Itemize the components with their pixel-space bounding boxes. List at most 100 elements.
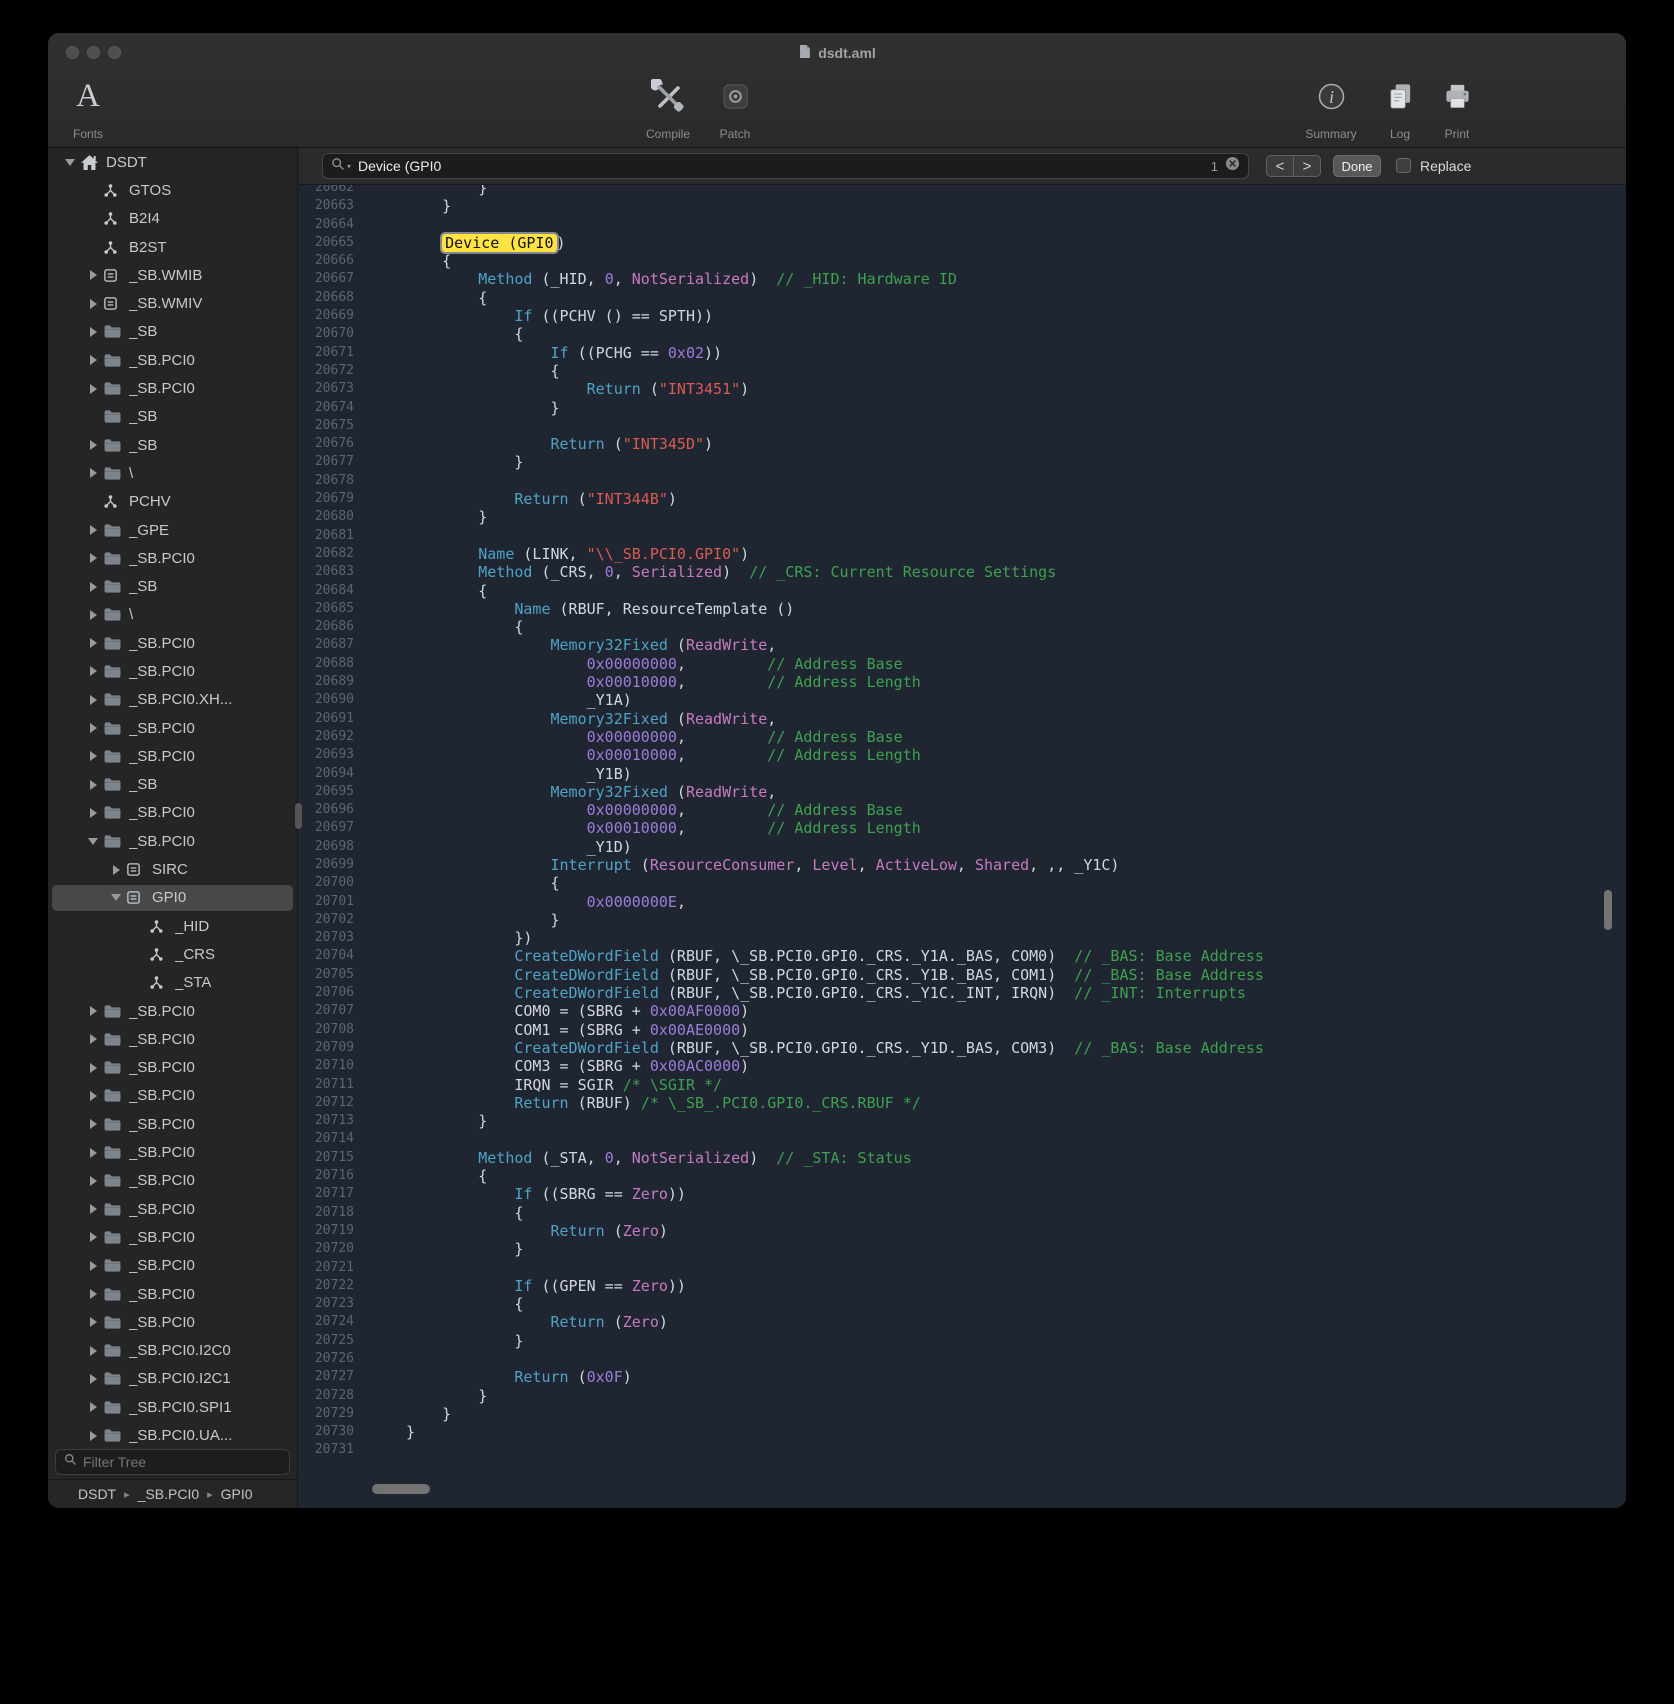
disclosure-triangle[interactable]: [90, 1204, 97, 1214]
disclosure-triangle[interactable]: [90, 1063, 97, 1073]
breadcrumb-item[interactable]: _SB.PCI0: [138, 1486, 199, 1502]
tree-item-sirc[interactable]: SIRC: [48, 855, 297, 883]
tree-item-sbpci0[interactable]: _SB.PCI0: [48, 1082, 297, 1110]
patch-button[interactable]: Patch: [700, 75, 770, 141]
tree-item-[interactable]: \: [48, 601, 297, 629]
tree-item-sbpci0xh[interactable]: _SB.PCI0.XH...: [48, 686, 297, 714]
disclosure-triangle[interactable]: [90, 638, 97, 648]
tree-item-sb[interactable]: _SB: [48, 572, 297, 600]
disclosure-triangle[interactable]: [90, 808, 97, 818]
disclosure-triangle[interactable]: [90, 780, 97, 790]
tree-item-sbpci0[interactable]: _SB.PCI0: [48, 1308, 297, 1336]
tree-item-sbpci0[interactable]: _SB.PCI0: [48, 799, 297, 827]
tree-item-gtos[interactable]: GTOS: [48, 176, 297, 204]
vertical-scrollbar-thumb[interactable]: [1604, 890, 1612, 930]
disclosure-triangle[interactable]: [90, 610, 97, 620]
tree-item-sta[interactable]: _STA: [48, 969, 297, 997]
tree-item-sbpci0[interactable]: _SB.PCI0: [48, 1195, 297, 1223]
disclosure-triangle[interactable]: [90, 723, 97, 733]
tree-item-hid[interactable]: _HID: [48, 912, 297, 940]
tree-item-sbpci0[interactable]: _SB.PCI0: [48, 1054, 297, 1082]
tree-item-b2i4[interactable]: B2I4: [48, 205, 297, 233]
fonts-button[interactable]: A Fonts: [53, 75, 123, 141]
tree-item-sbpci0ua[interactable]: _SB.PCI0.UA...: [48, 1421, 297, 1445]
breadcrumb-item[interactable]: GPI0: [221, 1486, 253, 1502]
tree-item-sbpci0i2c0[interactable]: _SB.PCI0.I2C0: [48, 1336, 297, 1364]
tree-item-sb[interactable]: _SB: [48, 318, 297, 346]
disclosure-triangle[interactable]: [90, 1091, 97, 1101]
filter-tree-input[interactable]: Filter Tree: [55, 1449, 290, 1475]
disclosure-triangle[interactable]: [90, 1317, 97, 1327]
disclosure-triangle[interactable]: [90, 1374, 97, 1384]
tree-item-sbpci0[interactable]: _SB.PCI0: [48, 346, 297, 374]
disclosure-triangle[interactable]: [90, 1119, 97, 1129]
disclosure-triangle[interactable]: [90, 1176, 97, 1186]
tree-item-sbpci0[interactable]: _SB.PCI0: [48, 374, 297, 402]
disclosure-triangle[interactable]: [90, 327, 97, 337]
summary-button[interactable]: i Summary: [1296, 75, 1366, 141]
disclosure-triangle[interactable]: [90, 1289, 97, 1299]
disclosure-triangle[interactable]: [90, 1431, 97, 1441]
tree-item-sbpci0spi1[interactable]: _SB.PCI0.SPI1: [48, 1393, 297, 1421]
disclosure-triangle[interactable]: [90, 695, 97, 705]
disclosure-triangle[interactable]: [90, 751, 97, 761]
print-button[interactable]: Print: [1422, 75, 1492, 141]
find-next-button[interactable]: >: [1293, 155, 1321, 177]
close-button[interactable]: [66, 46, 79, 59]
tree-item-sbpci0[interactable]: _SB.PCI0: [48, 1252, 297, 1280]
clear-search-icon[interactable]: [1225, 156, 1240, 176]
tree-item-sbpci0[interactable]: _SB.PCI0: [48, 1025, 297, 1053]
done-button[interactable]: Done: [1333, 155, 1381, 177]
tree-item-sbpci0[interactable]: _SB.PCI0: [48, 1280, 297, 1308]
tree-item-crs[interactable]: _CRS: [48, 940, 297, 968]
disclosure-triangle[interactable]: [90, 1148, 97, 1158]
tree-item-sbpci0[interactable]: _SB.PCI0: [48, 714, 297, 742]
tree-item-gpi0[interactable]: GPI0: [48, 884, 297, 912]
tree-item-sb[interactable]: _SB: [48, 431, 297, 459]
tree-item-sb[interactable]: _SB: [48, 771, 297, 799]
tree-item-sbpci0[interactable]: _SB.PCI0: [48, 742, 297, 770]
disclosure-triangle[interactable]: [90, 666, 97, 676]
tree-item-gpe[interactable]: _GPE: [48, 516, 297, 544]
disclosure-triangle[interactable]: [90, 468, 97, 478]
disclosure-triangle[interactable]: [65, 159, 75, 166]
code-editor[interactable]: 20662 }20663 }2066420665 Device (GPI0)20…: [299, 185, 1626, 1508]
tree-item-sbpci0[interactable]: _SB.PCI0: [48, 997, 297, 1025]
tree-item-sbpci0[interactable]: _SB.PCI0: [48, 1110, 297, 1138]
tree-item-sbpci0[interactable]: _SB.PCI0: [48, 1223, 297, 1251]
tree-item-dsdt[interactable]: DSDT: [48, 148, 297, 176]
split-handle[interactable]: [295, 803, 302, 829]
tree-item-sbwmib[interactable]: _SB.WMIB: [48, 261, 297, 289]
disclosure-triangle[interactable]: [90, 1346, 97, 1356]
tree-item-[interactable]: \: [48, 459, 297, 487]
tree-item-sb[interactable]: _SB: [48, 403, 297, 431]
tree-item-sbpci0[interactable]: _SB.PCI0: [48, 544, 297, 572]
disclosure-triangle[interactable]: [90, 299, 97, 309]
tree-item-sbpci0[interactable]: _SB.PCI0: [48, 1138, 297, 1166]
disclosure-triangle[interactable]: [90, 355, 97, 365]
minimize-button[interactable]: [87, 46, 100, 59]
disclosure-triangle[interactable]: [90, 582, 97, 592]
disclosure-triangle[interactable]: [90, 553, 97, 563]
disclosure-triangle[interactable]: [90, 1006, 97, 1016]
tree-item-sbwmiv[interactable]: _SB.WMIV: [48, 289, 297, 317]
tree-item-pchv[interactable]: PCHV: [48, 488, 297, 516]
tree-item-sbpci0[interactable]: _SB.PCI0: [48, 657, 297, 685]
horizontal-scrollbar-thumb[interactable]: [372, 1484, 430, 1494]
disclosure-triangle[interactable]: [90, 525, 97, 535]
find-previous-button[interactable]: <: [1266, 155, 1294, 177]
search-menu-chevron-icon[interactable]: ▾: [347, 162, 351, 171]
disclosure-triangle[interactable]: [90, 384, 97, 394]
disclosure-triangle[interactable]: [88, 838, 98, 845]
tree-item-sbpci0[interactable]: _SB.PCI0: [48, 1167, 297, 1195]
disclosure-triangle[interactable]: [90, 1261, 97, 1271]
disclosure-triangle[interactable]: [90, 440, 97, 450]
disclosure-triangle[interactable]: [113, 865, 120, 875]
replace-checkbox[interactable]: [1396, 158, 1411, 173]
disclosure-triangle[interactable]: [90, 1232, 97, 1242]
disclosure-triangle[interactable]: [90, 1402, 97, 1412]
disclosure-triangle[interactable]: [111, 894, 121, 901]
compile-button[interactable]: Compile: [633, 75, 703, 141]
zoom-button[interactable]: [108, 46, 121, 59]
tree-item-b2st[interactable]: B2ST: [48, 233, 297, 261]
